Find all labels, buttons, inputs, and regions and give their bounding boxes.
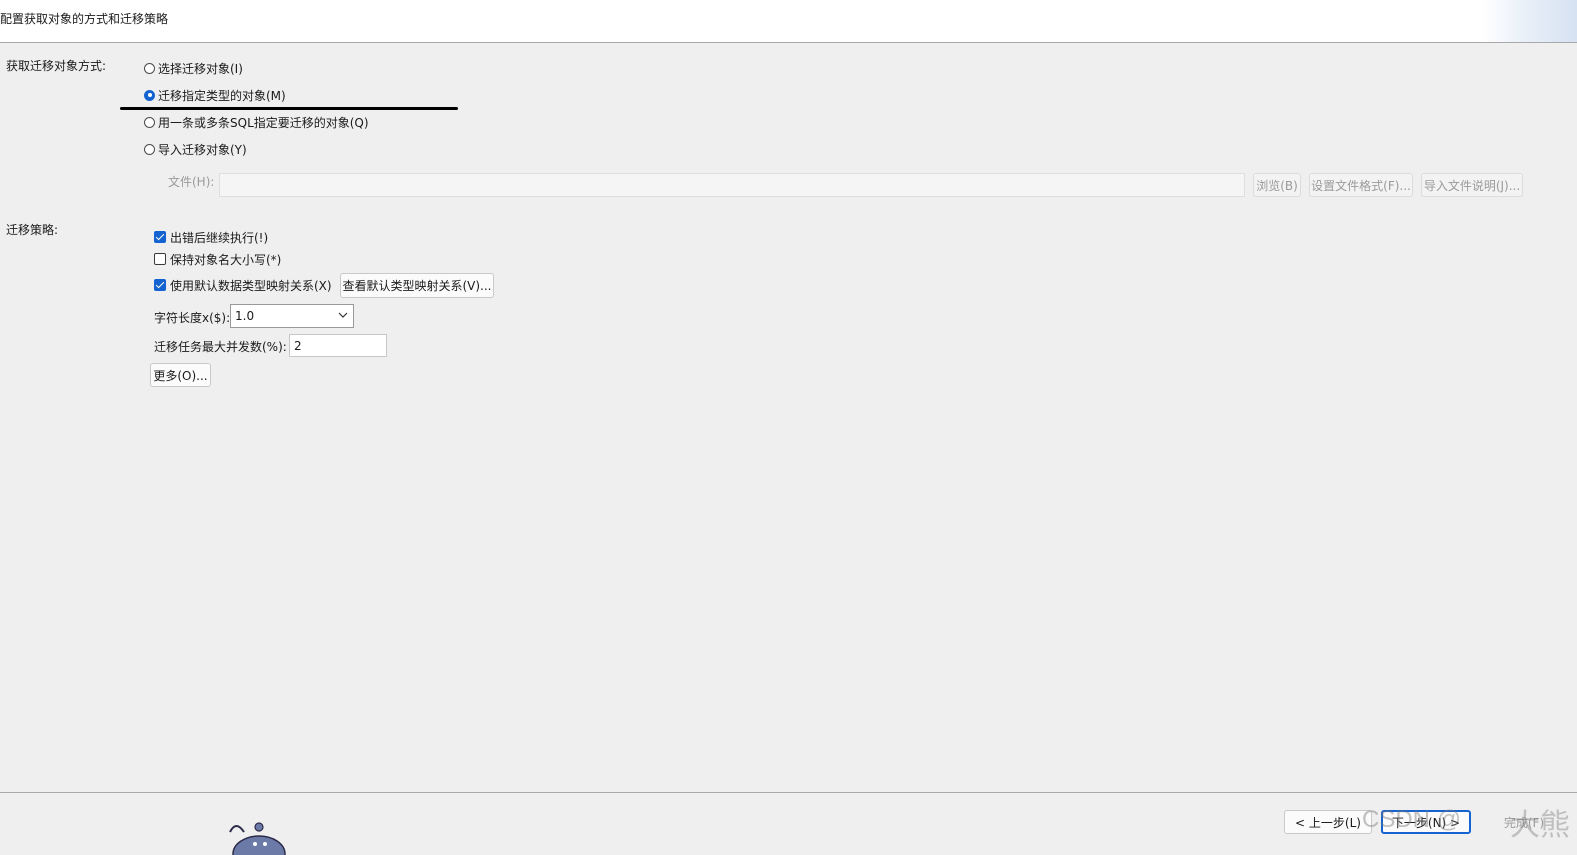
checkbox-checked-icon[interactable] bbox=[154, 279, 166, 291]
char-length-label: 字符长度x($): bbox=[154, 311, 231, 325]
migration-strategy-label: 迁移策略: bbox=[6, 223, 59, 237]
radio-label: 选择迁移对象(I) bbox=[158, 61, 243, 76]
chevron-down-icon[interactable] bbox=[338, 309, 348, 323]
annotation-underline bbox=[120, 107, 458, 110]
max-concurrency-label: 迁移任务最大并发数(%): bbox=[154, 340, 287, 354]
import-description-button[interactable]: 导入文件说明(J)... bbox=[1421, 173, 1523, 197]
checkbox-checked-icon[interactable] bbox=[154, 231, 166, 243]
file-path-input[interactable] bbox=[219, 173, 1245, 197]
radio-button-icon[interactable] bbox=[144, 143, 155, 155]
radio-button-icon[interactable] bbox=[144, 62, 155, 74]
back-button[interactable]: < 上一步(L) bbox=[1284, 810, 1372, 834]
checkbox-label: 使用默认数据类型映射关系(X) bbox=[170, 278, 332, 293]
radio-label: 导入迁移对象(Y) bbox=[158, 142, 247, 157]
watermark-name: 大熊 bbox=[1510, 809, 1570, 842]
view-type-mapping-button[interactable]: 查看默认类型映射关系(V)... bbox=[340, 273, 494, 298]
more-button[interactable]: 更多(O)... bbox=[150, 363, 211, 387]
radio-import-objects[interactable]: 导入迁移对象(Y) bbox=[144, 141, 247, 157]
watermark-text: CSDN @ bbox=[1362, 806, 1462, 833]
file-label: 文件(H): bbox=[168, 175, 215, 189]
file-format-button[interactable]: 设置文件格式(F)... bbox=[1309, 173, 1413, 197]
page-title: 配置获取对象的方式和迁移策略 bbox=[0, 12, 169, 26]
radio-button-icon[interactable] bbox=[144, 116, 155, 128]
char-length-select[interactable]: 1.0 bbox=[230, 304, 354, 328]
radio-button-selected-icon[interactable] bbox=[144, 89, 155, 101]
max-concurrency-input[interactable]: 2 bbox=[289, 334, 387, 357]
radio-select-objects[interactable]: 选择迁移对象(I) bbox=[144, 60, 243, 76]
checkbox-icon[interactable] bbox=[154, 253, 166, 265]
checkbox-default-type-mapping[interactable]: 使用默认数据类型映射关系(X) bbox=[154, 277, 332, 293]
checkbox-label: 出错后继续执行(!) bbox=[170, 230, 269, 245]
radio-migrate-by-type[interactable]: 迁移指定类型的对象(M) bbox=[144, 87, 286, 103]
char-length-value: 1.0 bbox=[235, 309, 255, 323]
browse-button[interactable]: 浏览(B) bbox=[1253, 173, 1301, 197]
wizard-header: 配置获取对象的方式和迁移策略 bbox=[0, 0, 1577, 43]
radio-sql-objects[interactable]: 用一条或多条SQL指定要迁移的对象(Q) bbox=[144, 114, 369, 130]
checkbox-continue-on-error[interactable]: 出错后继续执行(!) bbox=[154, 229, 268, 245]
checkbox-label: 保持对象名大小写(*) bbox=[170, 252, 282, 267]
radio-label: 迁移指定类型的对象(M) bbox=[158, 88, 286, 103]
radio-label: 用一条或多条SQL指定要迁移的对象(Q) bbox=[158, 115, 369, 130]
mascot-image bbox=[222, 818, 292, 855]
acquisition-method-label: 获取迁移对象方式: bbox=[6, 59, 107, 73]
footer-divider bbox=[0, 792, 1577, 793]
checkbox-keep-case[interactable]: 保持对象名大小写(*) bbox=[154, 251, 281, 267]
